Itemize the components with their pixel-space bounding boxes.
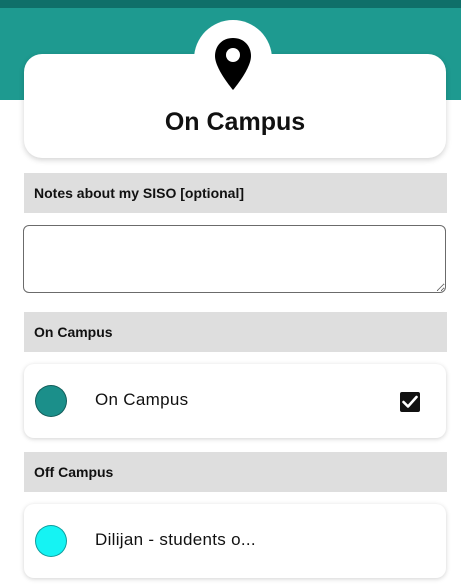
- option-row-dilijan[interactable]: Dilijan - students o...: [24, 504, 446, 578]
- checkmark-icon: [402, 395, 418, 408]
- color-dot: [35, 385, 67, 417]
- map-pin-icon: [215, 38, 251, 90]
- option-label: Dilijan - students o...: [95, 530, 256, 549]
- page-title: On Campus: [164, 108, 306, 136]
- section-header-on-campus: On Campus: [24, 312, 447, 352]
- color-dot: [35, 525, 67, 557]
- notes-field[interactable]: [23, 225, 446, 293]
- option-row-on-campus[interactable]: On Campus: [24, 364, 446, 438]
- option-label: On Campus: [95, 390, 189, 409]
- status-strip: [0, 0, 461, 8]
- section-header-off-campus: Off Campus: [24, 452, 447, 492]
- notes-label: Notes about my SISO [optional]: [24, 173, 447, 213]
- checkbox-checked[interactable]: [400, 392, 420, 412]
